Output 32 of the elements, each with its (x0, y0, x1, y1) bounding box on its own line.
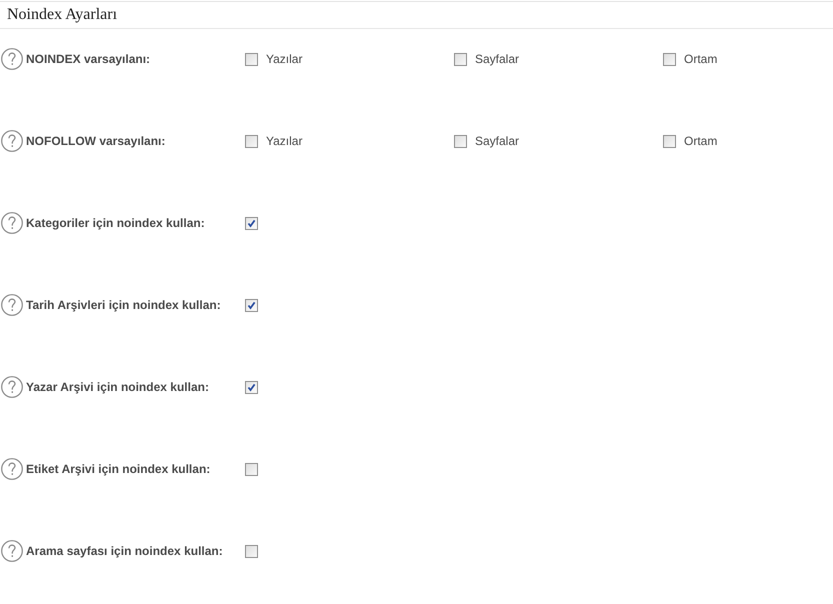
option-label[interactable]: Ortam (684, 50, 718, 68)
option-label[interactable]: Sayfalar (475, 50, 520, 68)
checkbox[interactable] (245, 52, 258, 66)
option-label[interactable]: Sayfalar (475, 132, 520, 150)
setting-label: Kategoriler için noindex kullan: (25, 215, 206, 232)
checkbox[interactable] (245, 462, 258, 476)
help-icon[interactable] (1, 376, 23, 398)
checkbox[interactable] (245, 544, 258, 558)
option-label[interactable]: Yazılar (266, 50, 302, 68)
help-icon[interactable] (1, 130, 23, 152)
setting-label: Arama sayfası için noindex kullan: (25, 543, 224, 560)
checkbox[interactable] (245, 380, 258, 394)
option-label[interactable]: Yazılar (266, 132, 302, 150)
checkbox[interactable] (663, 52, 676, 66)
help-icon[interactable] (1, 540, 23, 562)
checkbox[interactable] (245, 134, 258, 148)
setting-label: NOFOLLOW varsayılanı: (25, 133, 166, 150)
setting-label: Yazar Arşivi için noindex kullan: (25, 379, 210, 396)
checkbox[interactable] (245, 216, 258, 230)
setting-label: Etiket Arşivi için noindex kullan: (25, 461, 212, 478)
checkbox[interactable] (454, 134, 467, 148)
option-label[interactable]: Ortam (684, 132, 718, 150)
checkbox[interactable] (663, 134, 676, 148)
section-title: Noindex Ayarları (7, 5, 118, 25)
checkbox[interactable] (454, 52, 467, 66)
help-icon[interactable] (1, 212, 23, 234)
setting-label: NOINDEX varsayılanı: (25, 51, 152, 68)
setting-label: Tarih Arşivleri için noindex kullan: (25, 297, 222, 314)
help-icon[interactable] (1, 48, 23, 70)
help-icon[interactable] (1, 294, 23, 316)
checkbox[interactable] (245, 298, 258, 312)
help-icon[interactable] (1, 458, 23, 480)
